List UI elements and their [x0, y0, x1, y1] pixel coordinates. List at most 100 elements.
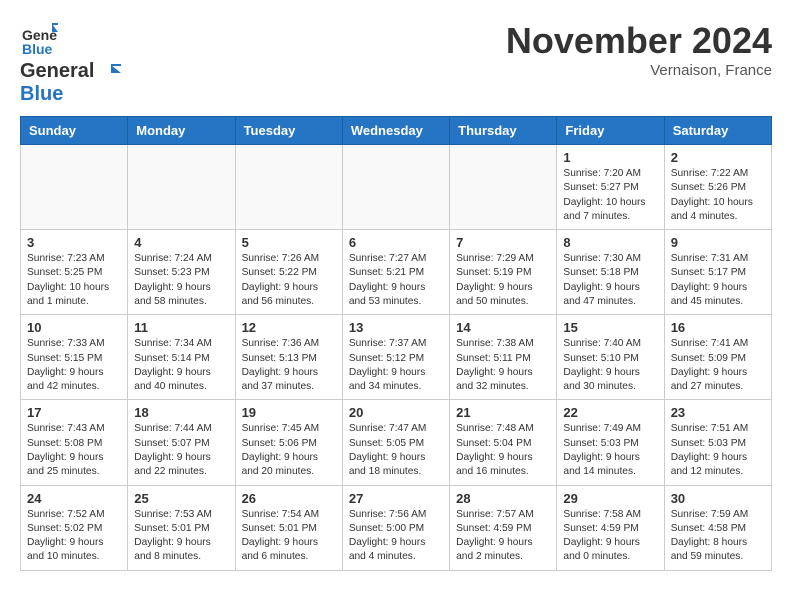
- calendar-cell-1-3: [235, 145, 342, 230]
- day-number: 30: [671, 491, 765, 506]
- day-number: 15: [563, 320, 657, 335]
- calendar-cell-3-6: 15 Sunrise: 7:40 AM Sunset: 5:10 PM Dayli…: [557, 315, 664, 400]
- col-tuesday: Tuesday: [235, 117, 342, 145]
- col-friday: Friday: [557, 117, 664, 145]
- day-info: Sunrise: 7:44 AM Sunset: 5:07 PM Dayligh…: [134, 422, 228, 479]
- day-number: 19: [242, 405, 336, 420]
- calendar-cell-3-4: 13Sunrise: 7:37 AM Sunset: 5:12 PM Dayli…: [342, 315, 449, 400]
- week-row-1: 1 Sunrise: 7:20 AM Sunset: 5:27 PM Daylig…: [21, 145, 772, 230]
- day-info: Sunrise: 7:26 AM Sunset: 5:22 PM Dayligh…: [242, 252, 336, 309]
- day-info: Sunrise: 7:30 AM Sunset: 5:18 PM Dayligh…: [563, 252, 657, 309]
- day-number: 12: [242, 320, 336, 335]
- day-info: Sunrise: 7:47 AM Sunset: 5:05 PM Dayligh…: [349, 422, 443, 479]
- location: Vernaison, France: [506, 62, 772, 79]
- day-info: Sunrise: 7:40 AM Sunset: 5:10 PM Dayligh…: [563, 337, 657, 394]
- day-info: Sunrise: 7:56 AM Sunset: 5:00 PM Dayligh…: [349, 508, 443, 565]
- day-number: 7: [456, 235, 550, 250]
- day-number: 1: [563, 150, 657, 165]
- logo-bird-icon: [101, 63, 121, 83]
- col-thursday: Thursday: [450, 117, 557, 145]
- calendar-cell-1-4: [342, 145, 449, 230]
- col-monday: Monday: [128, 117, 235, 145]
- calendar-cell-2-7: 9Sunrise: 7:31 AM Sunset: 5:17 PM Daylig…: [664, 230, 771, 315]
- calendar-cell-3-5: 14Sunrise: 7:38 AM Sunset: 5:11 PM Dayli…: [450, 315, 557, 400]
- calendar-cell-4-3: 19 Sunrise: 7:45 AM Sunset: 5:06 PM Dayli…: [235, 400, 342, 485]
- day-info: Sunrise: 7:36 AM Sunset: 5:13 PM Dayligh…: [242, 337, 336, 394]
- col-wednesday: Wednesday: [342, 117, 449, 145]
- calendar-cell-2-3: 5 Sunrise: 7:26 AM Sunset: 5:22 PM Daylig…: [235, 230, 342, 315]
- day-info: Sunrise: 7:58 AM Sunset: 4:59 PM Dayligh…: [563, 508, 657, 565]
- day-number: 16: [671, 320, 765, 335]
- day-number: 26: [242, 491, 336, 506]
- calendar-header-row: Sunday Monday Tuesday Wednesday Thursday…: [21, 117, 772, 145]
- day-number: 27: [349, 491, 443, 506]
- calendar-cell-2-5: 7 Sunrise: 7:29 AM Sunset: 5:19 PM Daylig…: [450, 230, 557, 315]
- day-info: Sunrise: 7:54 AM Sunset: 5:01 PM Dayligh…: [242, 508, 336, 565]
- day-info: Sunrise: 7:20 AM Sunset: 5:27 PM Dayligh…: [563, 167, 657, 224]
- calendar-cell-2-4: 6Sunrise: 7:27 AM Sunset: 5:21 PM Daylig…: [342, 230, 449, 315]
- calendar-cell-5-6: 29 Sunrise: 7:58 AM Sunset: 4:59 PM Dayli…: [557, 485, 664, 570]
- calendar-cell-1-1: [21, 145, 128, 230]
- day-number: 29: [563, 491, 657, 506]
- day-info: Sunrise: 7:23 AM Sunset: 5:25 PM Dayligh…: [27, 252, 121, 309]
- calendar-cell-4-1: 17 Sunrise: 7:43 AM Sunset: 5:08 PM Dayli…: [21, 400, 128, 485]
- page-header: General Blue General Blue November 2024 …: [20, 20, 772, 106]
- week-row-2: 3Sunrise: 7:23 AM Sunset: 5:25 PM Daylig…: [21, 230, 772, 315]
- calendar-cell-5-5: 28 Sunrise: 7:57 AM Sunset: 4:59 PM Dayli…: [450, 485, 557, 570]
- logo: General Blue General Blue: [20, 20, 121, 106]
- day-info: Sunrise: 7:57 AM Sunset: 4:59 PM Dayligh…: [456, 508, 550, 565]
- logo-general: General: [20, 60, 94, 82]
- col-saturday: Saturday: [664, 117, 771, 145]
- day-info: Sunrise: 7:33 AM Sunset: 5:15 PM Dayligh…: [27, 337, 121, 394]
- day-number: 23: [671, 405, 765, 420]
- calendar-cell-2-2: 4Sunrise: 7:24 AM Sunset: 5:23 PM Daylig…: [128, 230, 235, 315]
- day-info: Sunrise: 7:48 AM Sunset: 5:04 PM Dayligh…: [456, 422, 550, 479]
- calendar-cell-5-1: 24 Sunrise: 7:52 AM Sunset: 5:02 PM Dayli…: [21, 485, 128, 570]
- day-info: Sunrise: 7:52 AM Sunset: 5:02 PM Dayligh…: [27, 508, 121, 565]
- title-area: November 2024 Vernaison, France: [506, 20, 772, 79]
- logo-icon: General Blue: [20, 20, 58, 58]
- day-number: 11: [134, 320, 228, 335]
- calendar-cell-3-2: 11Sunrise: 7:34 AM Sunset: 5:14 PM Dayli…: [128, 315, 235, 400]
- calendar-table: Sunday Monday Tuesday Wednesday Thursday…: [20, 116, 772, 571]
- day-info: Sunrise: 7:53 AM Sunset: 5:01 PM Dayligh…: [134, 508, 228, 565]
- calendar-cell-1-7: 2Sunrise: 7:22 AM Sunset: 5:26 PM Daylig…: [664, 145, 771, 230]
- day-info: Sunrise: 7:43 AM Sunset: 5:08 PM Dayligh…: [27, 422, 121, 479]
- day-number: 17: [27, 405, 121, 420]
- day-info: Sunrise: 7:37 AM Sunset: 5:12 PM Dayligh…: [349, 337, 443, 394]
- day-info: Sunrise: 7:29 AM Sunset: 5:19 PM Dayligh…: [456, 252, 550, 309]
- day-info: Sunrise: 7:22 AM Sunset: 5:26 PM Dayligh…: [671, 167, 765, 224]
- day-number: 10: [27, 320, 121, 335]
- day-info: Sunrise: 7:38 AM Sunset: 5:11 PM Dayligh…: [456, 337, 550, 394]
- day-info: Sunrise: 7:24 AM Sunset: 5:23 PM Dayligh…: [134, 252, 228, 309]
- day-number: 28: [456, 491, 550, 506]
- week-row-4: 17 Sunrise: 7:43 AM Sunset: 5:08 PM Dayli…: [21, 400, 772, 485]
- day-info: Sunrise: 7:41 AM Sunset: 5:09 PM Dayligh…: [671, 337, 765, 394]
- calendar-cell-3-3: 12 Sunrise: 7:36 AM Sunset: 5:13 PM Dayli…: [235, 315, 342, 400]
- calendar-cell-5-3: 26 Sunrise: 7:54 AM Sunset: 5:01 PM Dayli…: [235, 485, 342, 570]
- day-number: 22: [563, 405, 657, 420]
- month-title: November 2024: [506, 20, 772, 62]
- calendar-cell-2-6: 8Sunrise: 7:30 AM Sunset: 5:18 PM Daylig…: [557, 230, 664, 315]
- week-row-3: 10 Sunrise: 7:33 AM Sunset: 5:15 PM Dayli…: [21, 315, 772, 400]
- calendar-cell-4-6: 22 Sunrise: 7:49 AM Sunset: 5:03 PM Dayli…: [557, 400, 664, 485]
- calendar-cell-3-1: 10 Sunrise: 7:33 AM Sunset: 5:15 PM Dayli…: [21, 315, 128, 400]
- day-info: Sunrise: 7:49 AM Sunset: 5:03 PM Dayligh…: [563, 422, 657, 479]
- week-row-5: 24 Sunrise: 7:52 AM Sunset: 5:02 PM Dayli…: [21, 485, 772, 570]
- calendar-cell-3-7: 16 Sunrise: 7:41 AM Sunset: 5:09 PM Dayli…: [664, 315, 771, 400]
- day-number: 25: [134, 491, 228, 506]
- day-number: 24: [27, 491, 121, 506]
- calendar-cell-2-1: 3Sunrise: 7:23 AM Sunset: 5:25 PM Daylig…: [21, 230, 128, 315]
- calendar-cell-1-6: 1 Sunrise: 7:20 AM Sunset: 5:27 PM Daylig…: [557, 145, 664, 230]
- calendar-cell-4-5: 21Sunrise: 7:48 AM Sunset: 5:04 PM Dayli…: [450, 400, 557, 485]
- day-number: 20: [349, 405, 443, 420]
- calendar-cell-4-7: 23Sunrise: 7:51 AM Sunset: 5:03 PM Dayli…: [664, 400, 771, 485]
- calendar-cell-4-2: 18Sunrise: 7:44 AM Sunset: 5:07 PM Dayli…: [128, 400, 235, 485]
- col-sunday: Sunday: [21, 117, 128, 145]
- svg-text:Blue: Blue: [22, 41, 53, 57]
- day-info: Sunrise: 7:45 AM Sunset: 5:06 PM Dayligh…: [242, 422, 336, 479]
- day-info: Sunrise: 7:59 AM Sunset: 4:58 PM Dayligh…: [671, 508, 765, 565]
- day-number: 5: [242, 235, 336, 250]
- calendar-cell-5-4: 27 Sunrise: 7:56 AM Sunset: 5:00 PM Dayli…: [342, 485, 449, 570]
- calendar-cell-5-2: 25 Sunrise: 7:53 AM Sunset: 5:01 PM Dayli…: [128, 485, 235, 570]
